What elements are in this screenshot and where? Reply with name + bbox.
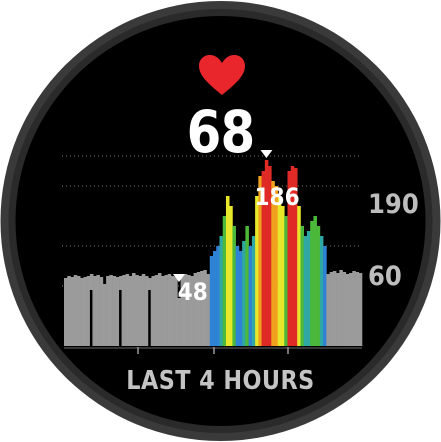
chart-bar — [164, 275, 168, 346]
chart-bar — [76, 276, 81, 346]
chart-bar — [349, 273, 353, 346]
chart-bar — [245, 226, 249, 346]
chart-bar — [86, 276, 91, 346]
chart-bar — [358, 273, 363, 346]
chart-bar — [70, 277, 75, 346]
chart-bar — [141, 274, 146, 346]
scale-label-high: 190 — [368, 189, 419, 220]
chart-bar — [93, 276, 97, 346]
max-hr-label: 186 — [254, 183, 300, 211]
chart-bar — [339, 270, 343, 346]
chart-bar — [284, 216, 288, 346]
chart-bar — [144, 276, 149, 346]
chart-bar — [154, 275, 159, 346]
chart-bar — [277, 196, 282, 346]
chart-bar — [167, 274, 172, 346]
chart-bar — [112, 276, 117, 346]
chart-bar — [336, 273, 340, 346]
watch-face: 68 190 60 186 48 LAST 4 HOURS — [0, 0, 441, 442]
chart-bar — [255, 196, 259, 346]
chart-bar — [310, 221, 314, 346]
chart-bar — [281, 206, 285, 346]
chart-bar — [242, 241, 246, 346]
chart-bar — [352, 271, 356, 346]
chart-bar — [316, 226, 321, 346]
chart-bar — [342, 272, 347, 346]
chart-bar — [106, 276, 110, 346]
chart-bar — [248, 246, 253, 346]
chart-bar — [232, 226, 236, 346]
chart-bar — [138, 276, 143, 346]
chart-bar — [329, 272, 334, 346]
min-hr-label: 48 — [177, 278, 208, 306]
chart-bar — [319, 236, 324, 346]
chart-bar — [332, 271, 337, 346]
max-marker — [260, 150, 273, 158]
chart-bar — [170, 276, 175, 346]
chart-bar — [135, 275, 139, 346]
chart-bar — [216, 246, 220, 346]
scale-label-low: 60 — [368, 261, 402, 292]
chart-gap — [119, 290, 122, 348]
chart-bar — [157, 273, 162, 346]
chart-bar — [67, 276, 71, 346]
chart-bar — [132, 273, 136, 346]
chart-bar — [326, 274, 330, 346]
time-range-label: LAST 4 HOURS — [126, 366, 315, 396]
chart-bar — [300, 226, 304, 346]
chart-bars — [64, 160, 363, 348]
chart-bar — [209, 256, 214, 346]
chart-bar — [80, 278, 84, 346]
chart-bar — [73, 275, 78, 346]
chart-axis — [64, 347, 362, 354]
chart-bar — [345, 274, 350, 346]
chart-bar — [122, 275, 126, 346]
chart-bar — [125, 274, 130, 346]
chart-bar — [297, 206, 301, 346]
chart-bar — [306, 231, 311, 346]
chart-bar — [115, 277, 120, 346]
chart-bar — [64, 278, 68, 346]
chart-bar — [355, 272, 360, 346]
chart-bar — [303, 236, 308, 346]
chart-bar — [151, 276, 155, 346]
chart-bar — [225, 196, 230, 346]
chart-bar — [323, 246, 327, 346]
chart-bar — [102, 284, 107, 346]
chart-bar — [219, 236, 224, 346]
chart-bar — [251, 236, 256, 346]
chart-gap — [89, 290, 93, 348]
chart-bar — [109, 275, 113, 346]
chart-bar — [222, 216, 227, 346]
chart-gap — [148, 290, 151, 348]
chart-bar — [229, 206, 233, 346]
chart-bar — [99, 277, 104, 346]
chart-bar — [235, 246, 240, 346]
chart-bar — [128, 276, 133, 346]
chart-bar — [96, 275, 100, 346]
chart-bar — [213, 251, 217, 346]
chart-bar — [313, 216, 317, 346]
chart-bar — [238, 251, 243, 346]
chart-bar — [161, 276, 165, 346]
chart-bar — [83, 277, 87, 346]
